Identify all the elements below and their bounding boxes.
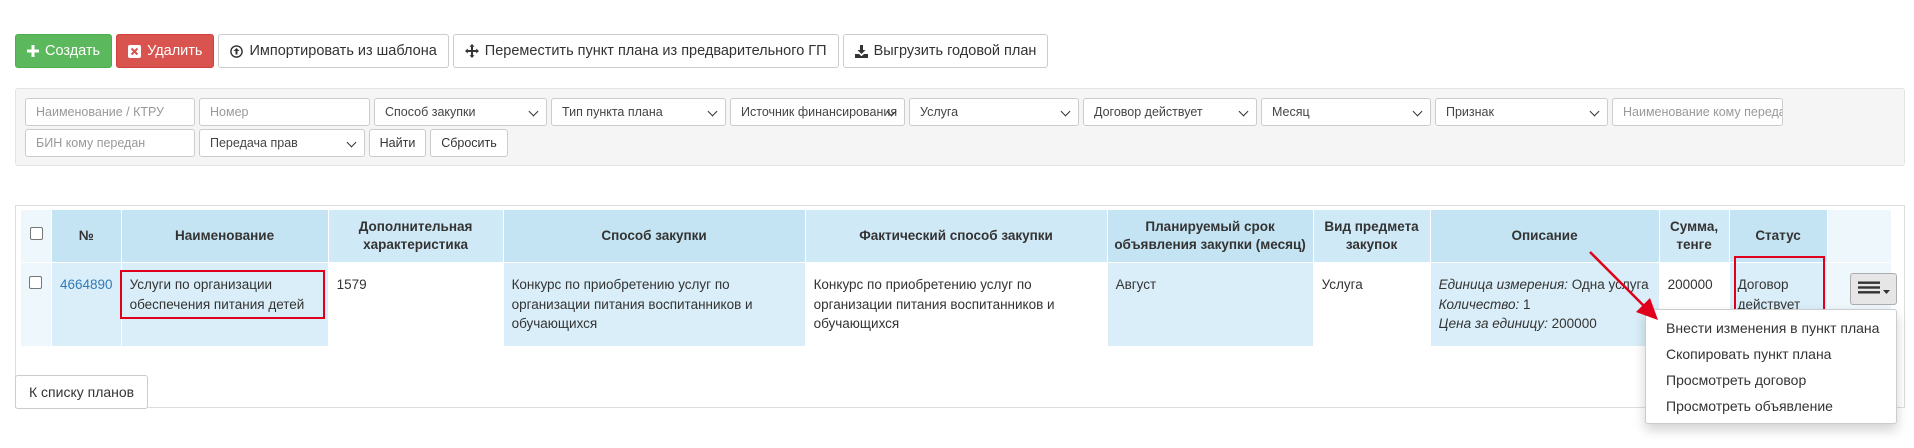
row-checkbox[interactable] [29, 276, 42, 289]
download-icon [854, 44, 868, 58]
header-extra[interactable]: Дополнительная характеристика [327, 209, 504, 263]
select-all-cell [20, 209, 52, 263]
export-annual-plan-button[interactable]: Выгрузить годовой план [842, 34, 1049, 68]
delete-button-label: Удалить [147, 43, 203, 59]
row-description-cell: Единица измерения: Одна услуга Количеств… [1429, 262, 1660, 347]
row-method-cell: Конкурс по приобретению услуг по организа… [502, 262, 806, 347]
name-highlight-box [120, 270, 325, 319]
delete-button[interactable]: Удалить [116, 34, 215, 68]
status-highlight-box [1734, 256, 1825, 313]
find-button[interactable]: Найти [369, 129, 426, 157]
back-to-plans-button[interactable]: К списку планов [15, 375, 149, 409]
hamburger-icon [1857, 281, 1880, 297]
filter-panel: Наименование / КТРУ Номер Способ закупки… [15, 88, 1905, 166]
rights-transfer-select[interactable]: Передача прав [199, 129, 365, 157]
caret-down-icon [1882, 282, 1890, 297]
upload-circle-icon [230, 44, 244, 58]
recipient-name-input[interactable]: Наименование кому передан [1612, 98, 1783, 126]
sign-select[interactable]: Признак [1435, 98, 1608, 126]
header-actual-method[interactable]: Фактический способ закупки [804, 209, 1108, 263]
row-select-cell [20, 262, 52, 347]
plus-icon [27, 45, 39, 57]
header-method[interactable]: Способ закупки [502, 209, 806, 263]
header-status[interactable]: Статус [1728, 209, 1828, 263]
row-month-cell: Август [1106, 262, 1314, 347]
import-template-label: Импортировать из шаблона [249, 43, 437, 59]
item-type-select[interactable]: Тип пункта плана [551, 98, 726, 126]
service-select[interactable]: Услуга [909, 98, 1079, 126]
row-actual-method-cell: Конкурс по приобретению услуг по организа… [804, 262, 1108, 347]
row-number-link[interactable]: 4664890 [60, 277, 113, 292]
header-number[interactable]: № [51, 209, 122, 263]
menu-item-view-contract[interactable]: Просмотреть договор [1646, 367, 1896, 393]
export-annual-plan-label: Выгрузить годовой план [873, 43, 1037, 59]
close-icon [128, 44, 142, 58]
row-subject-type-cell: Услуга [1312, 262, 1431, 347]
number-input[interactable]: Номер [199, 98, 370, 126]
name-ktru-input[interactable]: Наименование / КТРУ [25, 98, 195, 126]
header-sum[interactable]: Сумма, тенге [1658, 209, 1730, 263]
row-extra-cell: 1579 [327, 262, 504, 347]
funding-source-select[interactable]: Источник финансирования [730, 98, 905, 126]
reset-button[interactable]: Сбросить [430, 129, 508, 157]
header-subject-type[interactable]: Вид предмета закупок [1312, 209, 1431, 263]
contract-valid-select[interactable]: Договор действует [1083, 98, 1257, 126]
move-icon [464, 44, 479, 58]
header-description[interactable]: Описание [1429, 209, 1660, 263]
select-all-checkbox[interactable] [29, 226, 43, 240]
row-actions-dropdown: Внести изменения в пункт плана Скопирова… [1645, 309, 1897, 424]
import-template-button[interactable]: Импортировать из шаблона [218, 34, 449, 68]
menu-item-view-announcement[interactable]: Просмотреть объявление [1646, 393, 1896, 419]
toolbar: Создать Удалить Импортировать из шаблона… [15, 34, 1049, 68]
header-planned-month[interactable]: Планируемый срок объявления закупки (меся… [1106, 209, 1314, 263]
create-button-label: Создать [45, 43, 101, 59]
menu-item-edit-plan-item[interactable]: Внести изменения в пункт плана [1646, 315, 1896, 341]
bin-recipient-input[interactable]: БИН кому передан [25, 129, 195, 157]
row-number-cell: 4664890 [51, 262, 122, 347]
move-plan-item-button[interactable]: Переместить пункт плана из предварительн… [452, 34, 839, 68]
month-select[interactable]: Месяц [1261, 98, 1431, 126]
method-select[interactable]: Способ закупки [374, 98, 547, 126]
table-header-row: № Наименование Дополнительная характерис… [20, 209, 1892, 263]
menu-item-copy-plan-item[interactable]: Скопировать пункт плана [1646, 341, 1896, 367]
header-actions [1826, 209, 1892, 263]
move-plan-item-label: Переместить пункт плана из предварительн… [484, 43, 827, 59]
row-actions-menu-button[interactable] [1850, 273, 1897, 305]
header-name[interactable]: Наименование [120, 209, 329, 263]
create-button[interactable]: Создать [15, 34, 113, 68]
